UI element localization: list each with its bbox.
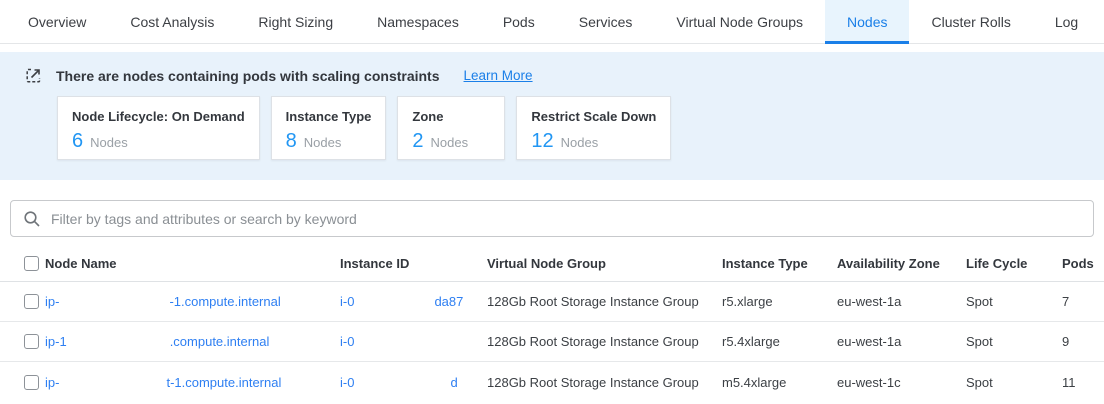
life-cycle-cell: Spot	[966, 375, 1062, 390]
learn-more-link[interactable]: Learn More	[464, 68, 533, 83]
card-restrict-scale-down[interactable]: Restrict Scale Down 12 Nodes	[516, 96, 671, 160]
tab-log[interactable]: Log	[1033, 0, 1100, 43]
virtual-node-group-cell: 128Gb Root Storage Instance Group	[487, 375, 722, 390]
card-value: 2	[412, 130, 423, 153]
tab-overview[interactable]: Overview	[6, 0, 108, 43]
node-name-link[interactable]: ip-1	[45, 334, 67, 349]
tab-cluster-rolls[interactable]: Cluster Rolls	[909, 0, 1032, 43]
node-name-link[interactable]: ip-	[45, 294, 59, 309]
tab-right-sizing[interactable]: Right Sizing	[236, 0, 355, 43]
virtual-node-group-cell: 128Gb Root Storage Instance Group	[487, 294, 722, 309]
col-header-node-name: Node Name	[45, 256, 340, 271]
instance-id-link[interactable]: i-0	[340, 294, 354, 309]
card-unit: Nodes	[431, 135, 469, 150]
constraint-cards: Node Lifecycle: On Demand 6 Nodes Instan…	[57, 96, 1104, 160]
life-cycle-cell: Spot	[966, 294, 1062, 309]
card-unit: Nodes	[304, 135, 342, 150]
col-header-instance-id: Instance ID	[340, 256, 487, 271]
tab-pods[interactable]: Pods	[481, 0, 557, 43]
card-title: Node Lifecycle: On Demand	[72, 109, 245, 124]
availability-zone-cell: eu-west-1a	[837, 294, 966, 309]
filter-search-box	[10, 200, 1094, 237]
tab-services[interactable]: Services	[557, 0, 655, 43]
instance-id-link[interactable]: d	[450, 375, 457, 390]
instance-id-link[interactable]: i-0	[340, 375, 354, 390]
row-checkbox[interactable]	[24, 334, 39, 349]
instance-type-cell: m5.4xlarge	[722, 375, 837, 390]
pods-cell: 9	[1062, 334, 1104, 349]
tab-namespaces[interactable]: Namespaces	[355, 0, 481, 43]
card-value: 6	[72, 130, 83, 153]
virtual-node-group-cell: 128Gb Root Storage Instance Group	[487, 334, 722, 349]
pods-cell: 7	[1062, 294, 1104, 309]
card-value: 8	[286, 130, 297, 153]
card-node-lifecycle[interactable]: Node Lifecycle: On Demand 6 Nodes	[57, 96, 260, 160]
card-unit: Nodes	[561, 135, 599, 150]
card-title: Zone	[412, 109, 490, 124]
availability-zone-cell: eu-west-1c	[837, 375, 966, 390]
availability-zone-cell: eu-west-1a	[837, 334, 966, 349]
col-header-availability-zone: Availability Zone	[837, 256, 966, 271]
table-row: ip- -1.compute.internal i-0 da87 128Gb Roo…	[0, 282, 1104, 322]
instance-type-cell: r5.4xlarge	[722, 334, 837, 349]
card-unit: Nodes	[90, 135, 128, 150]
instance-type-cell: r5.xlarge	[722, 294, 837, 309]
col-header-virtual-node-group: Virtual Node Group	[487, 256, 722, 271]
tab-cost-analysis[interactable]: Cost Analysis	[108, 0, 236, 43]
card-value: 12	[531, 130, 553, 153]
col-header-instance-type: Instance Type	[722, 256, 837, 271]
instance-id-link[interactable]: i-0	[340, 334, 354, 349]
table-row: ip-1 .compute.internal i-0 128Gb Root Sto…	[0, 322, 1104, 362]
card-title: Instance Type	[286, 109, 372, 124]
node-name-link[interactable]: -1.compute.internal	[169, 294, 280, 309]
tab-bar: Overview Cost Analysis Right Sizing Name…	[0, 0, 1104, 44]
pods-cell: 11	[1062, 375, 1104, 390]
table-header-row: Node Name Instance ID Virtual Node Group…	[0, 246, 1104, 282]
tab-nodes[interactable]: Nodes	[825, 0, 909, 43]
col-header-pods: Pods	[1062, 256, 1104, 271]
banner-message: There are nodes containing pods with sca…	[56, 68, 440, 84]
col-header-life-cycle: Life Cycle	[966, 256, 1062, 271]
search-icon	[23, 210, 41, 228]
select-all-checkbox[interactable]	[24, 256, 39, 271]
row-checkbox[interactable]	[24, 375, 39, 390]
nodes-table: Node Name Instance ID Virtual Node Group…	[0, 246, 1104, 402]
card-zone[interactable]: Zone 2 Nodes	[397, 96, 505, 160]
tab-virtual-node-groups[interactable]: Virtual Node Groups	[654, 0, 825, 43]
node-name-link[interactable]: t-1.compute.internal	[166, 375, 281, 390]
card-instance-type[interactable]: Instance Type 8 Nodes	[271, 96, 387, 160]
instance-id-link[interactable]: da87	[434, 294, 463, 309]
scaling-constraints-banner: There are nodes containing pods with sca…	[0, 52, 1104, 180]
life-cycle-cell: Spot	[966, 334, 1062, 349]
card-title: Restrict Scale Down	[531, 109, 656, 124]
node-name-link[interactable]: .compute.internal	[170, 334, 270, 349]
table-row: ip-t-1.compute.internal i-0 d 128Gb Root …	[0, 362, 1104, 402]
scale-up-icon	[25, 67, 42, 84]
row-checkbox[interactable]	[24, 294, 39, 309]
search-input[interactable]	[51, 211, 1081, 227]
node-name-link[interactable]: ip-	[45, 375, 59, 390]
